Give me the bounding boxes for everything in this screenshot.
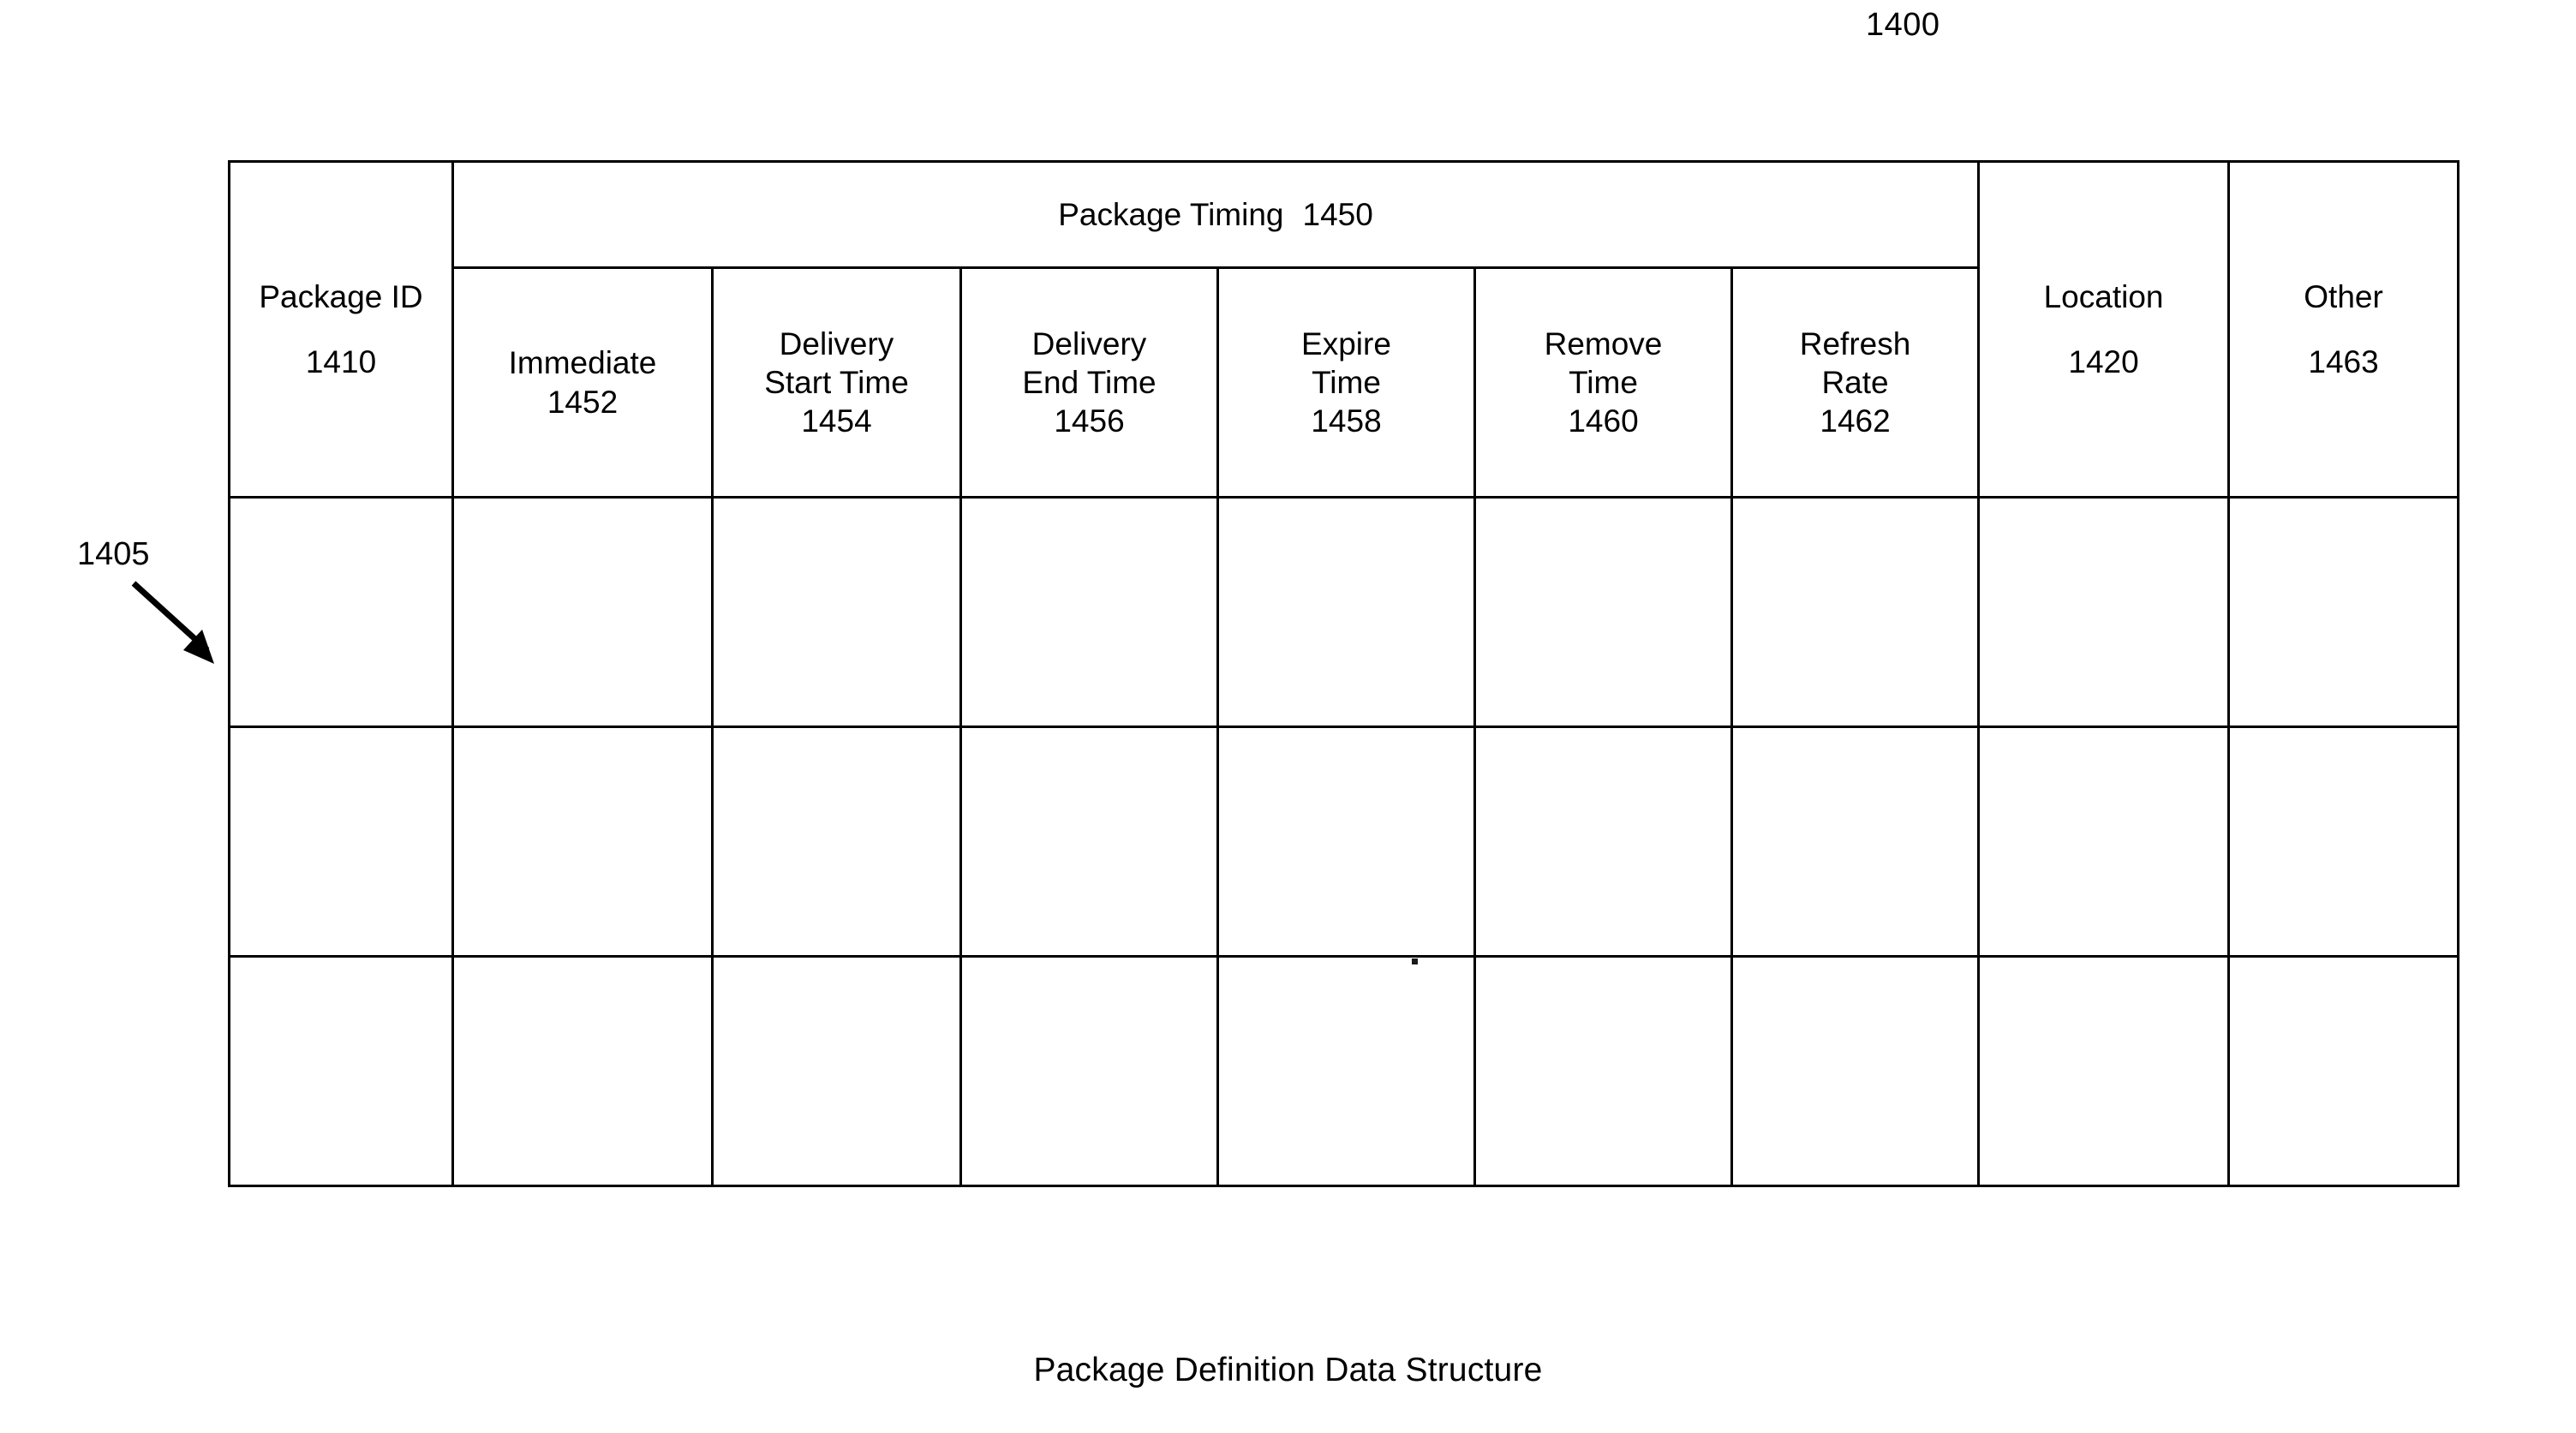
table-cell <box>451 725 714 958</box>
column-header-expire-time-label: Expire Time <box>1301 325 1391 400</box>
table-cell <box>959 955 1219 1187</box>
column-header-immediate: Immediate 1452 <box>451 266 714 499</box>
column-header-package-id: Package ID 1410 <box>228 160 454 499</box>
reference-callout-1405: 1405 <box>77 536 150 572</box>
column-header-delivery-end-time-label: Delivery End Time <box>1022 325 1157 400</box>
column-header-immediate-label: Immediate <box>508 345 657 381</box>
column-header-refresh-rate: Refresh Rate 1462 <box>1730 266 1981 499</box>
table-cell <box>1473 496 1733 728</box>
table-cell <box>1730 955 1981 1187</box>
column-header-delivery-start-time-ref: 1454 <box>801 403 872 439</box>
column-header-immediate-ref: 1452 <box>547 384 619 420</box>
column-header-refresh-rate-ref: 1462 <box>1820 403 1891 439</box>
column-header-delivery-end-time-ref: 1456 <box>1054 403 1125 439</box>
table-cell <box>959 496 1219 728</box>
table-cell <box>451 955 714 1187</box>
table-cell <box>1216 725 1476 958</box>
table-cell <box>711 955 962 1187</box>
table-cell <box>1473 725 1733 958</box>
scan-artifact-speck <box>1412 958 1418 964</box>
table-cell <box>451 496 714 728</box>
table-row <box>228 496 2460 728</box>
column-group-header-package-timing-label: Package Timing <box>1058 196 1284 232</box>
column-group-header-package-timing-ref: 1450 <box>1302 196 1373 232</box>
column-header-remove-time: Remove Time 1460 <box>1473 266 1733 499</box>
table-cell <box>1730 725 1981 958</box>
column-header-refresh-rate-label: Refresh Rate <box>1799 325 1911 400</box>
column-header-delivery-start-time: Delivery Start Time 1454 <box>711 266 962 499</box>
column-header-other-label: Other <box>2304 279 2383 315</box>
table-cell <box>1473 955 1733 1187</box>
callout-arrow-icon <box>131 581 214 664</box>
column-group-header-package-timing: Package Timing 1450 <box>451 160 1981 269</box>
table-cell <box>2227 725 2460 958</box>
table-cell <box>1977 955 2231 1187</box>
table-cell <box>1730 496 1981 728</box>
table-cell <box>1977 725 2231 958</box>
figure-number: 1400 <box>1866 7 1940 43</box>
table-cell <box>1216 496 1476 728</box>
column-header-delivery-end-time: Delivery End Time 1456 <box>959 266 1219 499</box>
column-header-expire-time: Expire Time 1458 <box>1216 266 1476 499</box>
column-header-package-id-label: Package ID <box>259 279 423 315</box>
table-cell <box>2227 496 2460 728</box>
table-cell <box>1977 496 2231 728</box>
table-cell <box>228 955 454 1187</box>
table-cell <box>2227 955 2460 1187</box>
table-row <box>228 955 2460 1187</box>
table-cell <box>711 725 962 958</box>
column-header-remove-time-label: Remove Time <box>1544 325 1663 400</box>
column-header-other-ref: 1463 <box>2308 343 2379 379</box>
table-cell <box>711 496 962 728</box>
column-header-package-id-ref: 1410 <box>305 343 377 379</box>
figure-caption: Package Definition Data Structure <box>1033 1352 1543 1388</box>
table-cell <box>959 725 1219 958</box>
column-header-location-ref: 1420 <box>2068 343 2139 379</box>
table-row <box>228 725 2460 958</box>
table-cell <box>228 725 454 958</box>
column-header-location-label: Location <box>2043 279 2164 315</box>
column-header-location: Location 1420 <box>1977 160 2231 499</box>
table-cell <box>1216 955 1476 1187</box>
header-row-group: Package ID 1410 Package Timing 1450 Locat… <box>228 160 2460 499</box>
column-header-remove-time-ref: 1460 <box>1568 403 1639 439</box>
column-header-expire-time-ref: 1458 <box>1311 403 1382 439</box>
column-header-other: Other 1463 <box>2227 160 2460 499</box>
column-header-delivery-start-time-label: Delivery Start Time <box>764 325 909 400</box>
table-cell <box>228 496 454 728</box>
package-definition-table: Package ID 1410 Package Timing 1450 Locat… <box>228 160 2460 1187</box>
